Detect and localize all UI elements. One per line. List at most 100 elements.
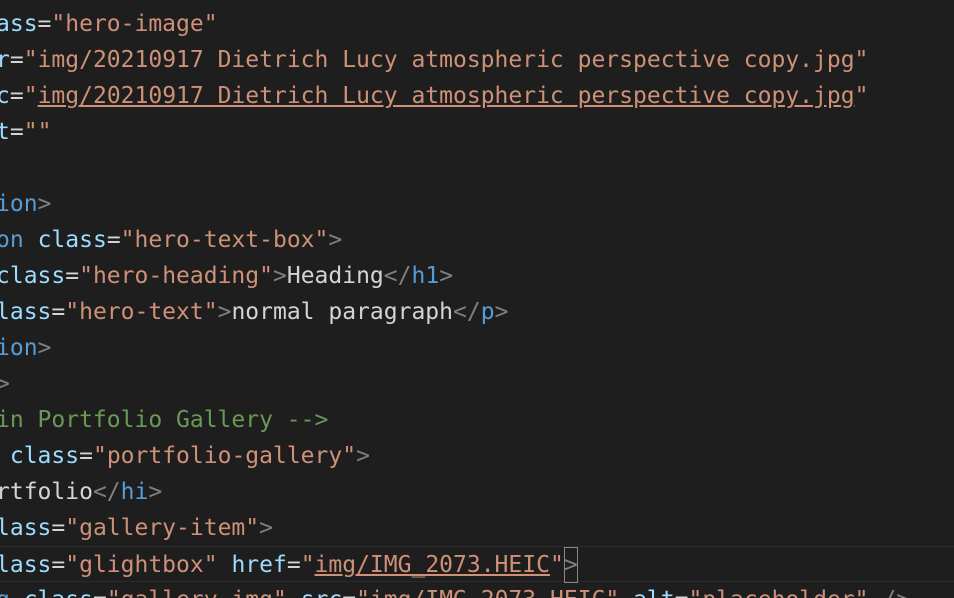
code-line[interactable]: ion>: [0, 186, 954, 222]
equals-token: =: [51, 552, 66, 578]
code-line[interactable]: t="": [0, 114, 954, 150]
text-token: Heading: [286, 263, 384, 289]
code-line[interactable]: class="hero-heading">Heading</h1>: [0, 258, 954, 294]
bracket-token: >: [217, 299, 232, 325]
code-line-text: rtfolio</hi>: [0, 474, 162, 510]
tag-name-token: ion: [0, 335, 38, 361]
string-token: "glightbox": [65, 552, 218, 578]
code-line-text: lass="gallery-item">: [0, 510, 273, 546]
code-line[interactable]: ass="hero-image": [0, 6, 954, 42]
attribute-token: class: [9, 443, 80, 469]
tag-name-token: h1: [411, 263, 440, 289]
string-token: "gallery-item": [65, 515, 260, 541]
code-line[interactable]: in Portfolio Gallery -->: [0, 402, 954, 438]
code-line-text: ion>: [0, 330, 51, 366]
code-line[interactable]: ion>: [0, 330, 954, 366]
string-token: "hero-image": [51, 11, 218, 37]
code-line[interactable]: rtfolio</hi>: [0, 474, 954, 510]
string-token: "hero-text-box": [120, 227, 329, 253]
code-line-text: on class="hero-text-box">: [0, 222, 342, 258]
tag-name-token: hi: [120, 479, 149, 505]
code-line-text: t="": [0, 114, 51, 150]
equals-token: =: [9, 47, 24, 73]
string-token: "gallery-img": [107, 587, 287, 598]
code-line[interactable]: g class="gallery-img" src="img/IMG_2073.…: [0, 582, 954, 598]
equals-token: =: [106, 227, 121, 253]
attribute-token: lass: [0, 299, 52, 325]
code-line-text: c="img/20210917 Dietrich Lucy atmospheri…: [0, 78, 868, 114]
tag-name-token: ion: [0, 191, 38, 217]
equals-token: =: [51, 299, 66, 325]
equals-token: =: [286, 552, 301, 578]
bracket-token: />: [882, 587, 910, 598]
equals-token: =: [65, 263, 80, 289]
attribute-token: r: [0, 47, 10, 73]
attribute-token: href: [231, 552, 287, 578]
bracket-token: >: [439, 263, 454, 289]
equals-token: =: [37, 11, 52, 37]
equals-token: =: [9, 83, 24, 109]
bracket-token: >: [37, 191, 52, 217]
code-line[interactable]: class="portfolio-gallery">: [0, 438, 954, 474]
code-line-text: in Portfolio Gallery -->: [0, 402, 328, 438]
string-token: "img/IMG_2073.HEIC": [356, 587, 619, 598]
path-link[interactable]: img/IMG_2073.HEIC: [315, 552, 550, 578]
bracket-token: >: [148, 479, 163, 505]
tag-name-token: g: [0, 587, 10, 598]
string-token: ": [549, 552, 564, 578]
code-line-text: class="hero-heading">Heading</h1>: [0, 258, 453, 294]
bracket-token: >: [272, 263, 287, 289]
code-line[interactable]: lass="hero-text">normal paragraph</p>: [0, 294, 954, 330]
attribute-token: alt: [633, 587, 675, 598]
bracket-token: >: [328, 227, 343, 253]
attribute-token: class: [37, 227, 107, 253]
code-line-text: ion>: [0, 186, 51, 222]
code-line[interactable]: c="img/20210917 Dietrich Lucy atmospheri…: [0, 78, 954, 114]
code-line[interactable]: [0, 150, 954, 186]
bracket-token: </: [92, 479, 121, 505]
code-line[interactable]: r="img/20210917 Dietrich Lucy atmospheri…: [0, 42, 954, 78]
code-line-text: class="portfolio-gallery">: [0, 438, 370, 474]
code-line-text: lass="glightbox" href="img/IMG_2073.HEIC…: [0, 547, 578, 583]
attribute-token: ass: [0, 11, 38, 37]
equals-token: =: [9, 119, 24, 145]
string-token: ": [300, 552, 315, 578]
string-token: "portfolio-gallery": [92, 443, 357, 469]
comment-token: in Portfolio Gallery -->: [0, 407, 329, 433]
code-line[interactable]: >: [0, 366, 954, 402]
code-line-text: r="img/20210917 Dietrich Lucy atmospheri…: [0, 42, 868, 78]
code-line-text: g class="gallery-img" src="img/IMG_2073.…: [0, 582, 910, 598]
attribute-token: class: [0, 263, 66, 289]
bracket-token: >: [494, 299, 509, 325]
bracket-token: </: [383, 263, 412, 289]
attribute-token: t: [0, 119, 10, 145]
equals-token: =: [93, 587, 107, 598]
code-line[interactable]: on class="hero-text-box">: [0, 222, 954, 258]
code-line-text: ass="hero-image": [0, 6, 218, 42]
string-token: "placeholder": [688, 587, 868, 598]
attribute-token: c: [0, 83, 10, 109]
string-token: ": [23, 83, 38, 109]
attribute-token: lass: [0, 552, 52, 578]
code-line-text: lass="hero-text">normal paragraph</p>: [0, 294, 508, 330]
bracket-token: >: [0, 371, 10, 397]
string-token: "img/20210917 Dietrich Lucy atmospheric …: [23, 47, 869, 73]
bracket-token: >: [356, 443, 370, 469]
code-line-text: >: [0, 366, 10, 402]
code-editor[interactable]: ass="hero-image" r="img/20210917 Dietrich…: [0, 0, 954, 598]
equals-token: =: [342, 587, 356, 598]
string-token: "hero-text": [65, 299, 218, 325]
code-line-current[interactable]: lass="glightbox" href="img/IMG_2073.HEIC…: [0, 546, 954, 583]
equals-token: =: [51, 515, 66, 541]
path-link[interactable]: img/20210917 Dietrich Lucy atmospheric p…: [38, 83, 855, 109]
code-line[interactable]: lass="gallery-item">: [0, 510, 954, 546]
attribute-token: class: [24, 587, 93, 598]
text-token: normal paragraph: [231, 299, 453, 325]
string-token: "hero-heading": [79, 263, 273, 289]
